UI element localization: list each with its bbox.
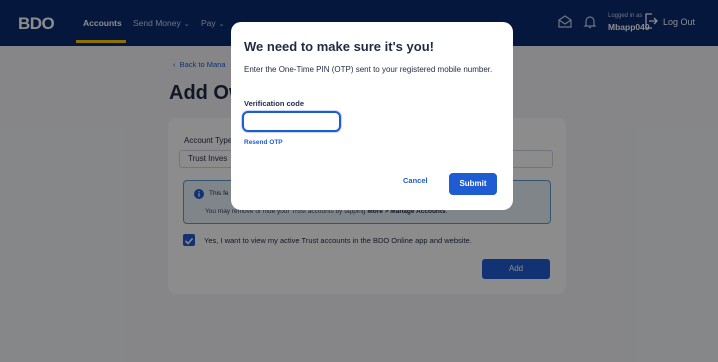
submit-button[interactable]: Submit (449, 173, 497, 195)
modal-title: We need to make sure it's you! (244, 39, 434, 54)
otp-modal: We need to make sure it's you! Enter the… (231, 22, 513, 210)
verification-code-label: Verification code (244, 99, 305, 108)
verification-code-input[interactable] (242, 111, 341, 132)
cancel-button[interactable]: Cancel (403, 176, 428, 185)
modal-description: Enter the One-Time PIN (OTP) sent to you… (244, 65, 493, 74)
resend-otp-link[interactable]: Resend OTP (244, 139, 283, 146)
